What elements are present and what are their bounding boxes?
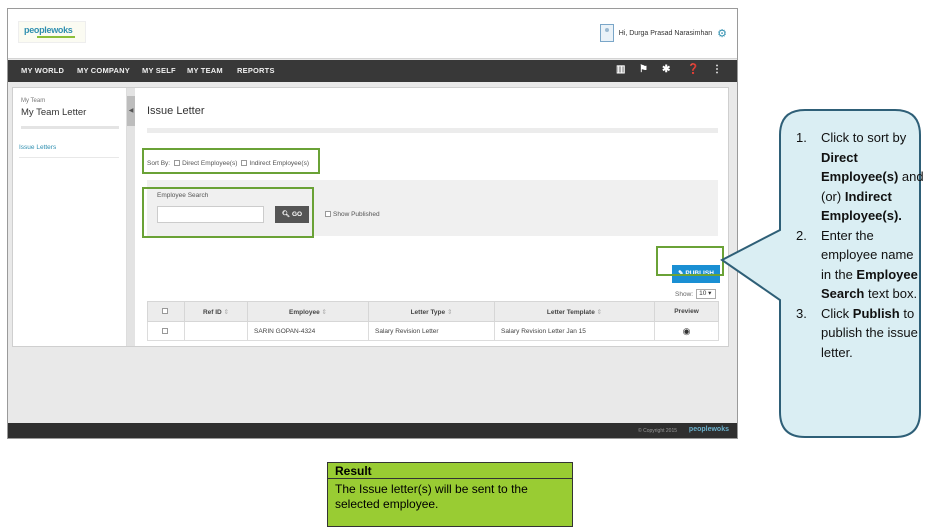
step-1: 1. Click to sort by Direct Employee(s) a… [794, 128, 924, 226]
step-3: 3. Click Publish to publish the issue le… [794, 304, 924, 363]
step-3-number: 3. [796, 305, 807, 321]
step-1-number: 1. [796, 130, 807, 145]
step-2-number: 2. [796, 227, 807, 243]
result-heading: Result [328, 463, 572, 479]
step-2: 2. Enter the employee name in the Employ… [794, 226, 924, 304]
result-box: Result The Issue letter(s) will be sent … [327, 462, 573, 527]
step-1-text-a: Click to sort by [821, 130, 907, 145]
step-3-text-a: Click [821, 305, 853, 321]
step-3-text-b: Publish [852, 305, 900, 321]
step-1-text-b: Direct Employee(s) [821, 149, 899, 185]
result-text: The Issue letter(s) will be sent to the … [335, 482, 528, 511]
callout-steps: 1. Click to sort by Direct Employee(s) a… [794, 128, 924, 362]
step-2-text-c: text box. [864, 286, 918, 301]
